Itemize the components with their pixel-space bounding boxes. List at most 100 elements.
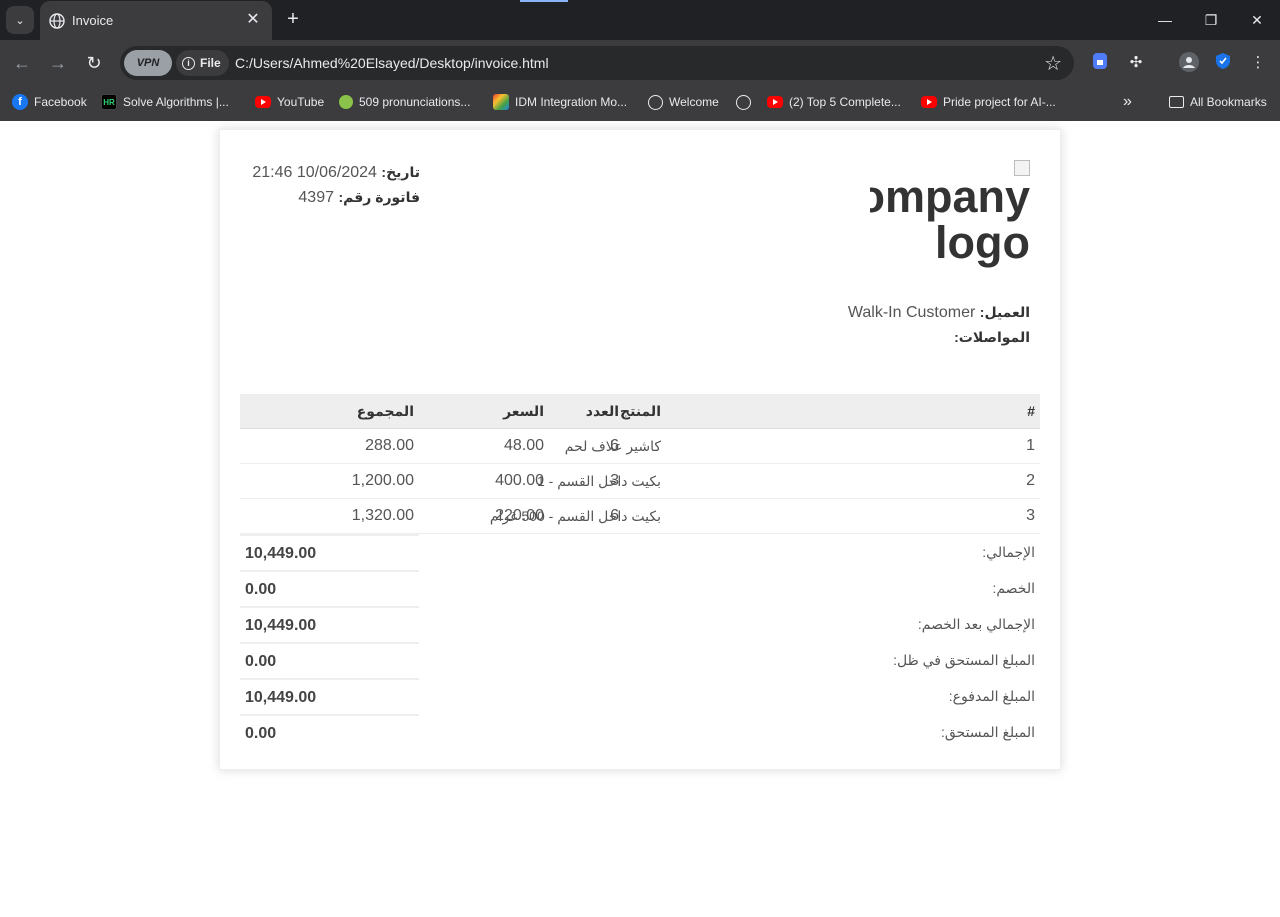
bookmark-label: Pride project for AI-... xyxy=(943,95,1056,109)
bookmark-facebook[interactable]: f Facebook xyxy=(12,93,87,111)
bookmark-label: (2) Top 5 Complete... xyxy=(789,95,901,109)
header-num: # xyxy=(1027,403,1035,419)
total-after-discount-value: 10,449.00 xyxy=(240,606,419,642)
row-total: 1,200.00 xyxy=(351,472,414,489)
transport-line: المواصلات: xyxy=(848,325,1030,350)
number-value: 4397 xyxy=(298,189,334,206)
due-under-row: المبلغ المستحق في ظل: 0.00 xyxy=(240,642,1040,678)
info-icon: i xyxy=(182,56,195,70)
globe-icon xyxy=(648,94,663,110)
idm-icon xyxy=(493,94,509,110)
items-table: # المنتج العدد السعر المجموع 1 كاشير علا… xyxy=(240,394,1040,534)
password-lock-icon[interactable] xyxy=(1089,52,1111,74)
number-label: فاتورة رقم: xyxy=(338,189,420,205)
header-qty: العدد xyxy=(585,403,619,419)
tab-title: Invoice xyxy=(72,13,114,28)
bookmark-label: YouTube xyxy=(277,95,325,109)
forvo-icon xyxy=(339,95,353,109)
shield-extension-icon[interactable] xyxy=(1212,52,1234,74)
row-num: 1 xyxy=(1026,437,1035,454)
site-info-chip[interactable]: i File xyxy=(176,50,229,76)
due-under-label: المبلغ المستحق في ظل: xyxy=(893,652,1035,668)
amount-due-label: المبلغ المستحق: xyxy=(940,724,1035,740)
company-logo: Company logo xyxy=(870,160,1030,268)
forward-icon[interactable]: → xyxy=(44,49,72,77)
close-window-icon[interactable]: ✕ xyxy=(1243,6,1271,34)
vpn-button[interactable]: VPN xyxy=(124,50,172,76)
window-accent-mark xyxy=(520,0,568,2)
reload-icon[interactable]: ↻ xyxy=(80,49,108,77)
date-value: 10/06/2024 21:46 xyxy=(252,164,377,181)
browser-toolbar: ← → ↻ VPN i File C:/Users/Ahmed%20Elsaye… xyxy=(0,40,1280,85)
page-viewport: تاريخ: 10/06/2024 21:46 فاتورة رقم: 4397… xyxy=(0,121,1280,917)
bookmark-label: Welcome xyxy=(669,95,719,109)
bookmark-welcome[interactable]: Welcome xyxy=(648,93,719,111)
hackerrank-icon: HR xyxy=(101,94,117,110)
row-total: 1,320.00 xyxy=(351,507,414,524)
file-chip-label: File xyxy=(200,56,221,70)
back-icon[interactable]: ← xyxy=(8,49,36,77)
table-row: 2 بكيت داخل القسم - 1 3 400.00 1,200.00 xyxy=(240,464,1040,499)
minimize-icon[interactable]: — xyxy=(1151,6,1179,34)
bookmark-globe[interactable] xyxy=(736,93,751,111)
globe-icon xyxy=(736,94,751,110)
address-bar[interactable]: VPN i File C:/Users/Ahmed%20Elsayed/Desk… xyxy=(120,46,1074,80)
row-qty: 3 xyxy=(610,472,619,489)
customer-info: العميل: Walk-In Customer المواصلات: xyxy=(848,300,1030,350)
invoice-number: فاتورة رقم: 4397 xyxy=(250,185,420,210)
table-row: 3 بكيت داخل القسم - 500 غرام 6 220.00 1,… xyxy=(240,499,1040,534)
row-qty: 6 xyxy=(610,437,619,454)
amount-due-row: المبلغ المستحق: 0.00 xyxy=(240,714,1040,750)
browser-titlebar: ⌄ Invoice ✕ + — ❐ ✕ xyxy=(0,0,1280,41)
extensions-puzzle-icon[interactable]: ✣ xyxy=(1125,52,1147,74)
amount-due-value: 0.00 xyxy=(240,714,419,750)
header-total: المجموع xyxy=(356,403,414,419)
more-bookmarks-chevron-icon[interactable]: » xyxy=(1123,93,1132,111)
profile-icon[interactable] xyxy=(1178,52,1200,74)
globe-icon xyxy=(49,13,65,29)
bookmark-label: Solve Algorithms |... xyxy=(123,95,229,109)
row-num: 3 xyxy=(1026,507,1035,524)
due-under-value: 0.00 xyxy=(240,642,419,678)
close-tab-icon[interactable]: ✕ xyxy=(244,11,262,29)
row-num: 2 xyxy=(1026,472,1035,489)
bookmark-pride-project[interactable]: Pride project for AI-... xyxy=(921,93,1056,111)
total-after-discount-row: الإجمالي بعد الخصم: 10,449.00 xyxy=(240,606,1040,642)
youtube-icon xyxy=(767,96,783,108)
tab-search-chevron-icon[interactable]: ⌄ xyxy=(6,6,34,34)
customer-value: Walk-In Customer xyxy=(847,304,976,321)
table-row: 1 كاشير علاف لحم 6 48.00 288.00 xyxy=(240,429,1040,464)
paid-value: 10,449.00 xyxy=(240,678,419,714)
customer-label: العميل: xyxy=(979,304,1030,320)
bookmark-idm[interactable]: IDM Integration Mo... xyxy=(493,93,627,111)
bookmark-youtube[interactable]: YouTube xyxy=(255,93,324,111)
restore-icon[interactable]: ❐ xyxy=(1197,6,1225,34)
totals-table: الإجمالي: 10,449.00 الخصم: 0.00 الإجمالي… xyxy=(240,534,1040,750)
menu-kebab-icon[interactable]: ⋮ xyxy=(1247,52,1269,74)
invoice-meta: تاريخ: 10/06/2024 21:46 فاتورة رقم: 4397 xyxy=(250,160,420,210)
new-tab-button[interactable]: + xyxy=(282,8,304,30)
tab-invoice[interactable]: Invoice ✕ xyxy=(40,1,272,41)
facebook-icon: f xyxy=(12,94,28,110)
row-total: 288.00 xyxy=(365,437,414,454)
invoice-box: تاريخ: 10/06/2024 21:46 فاتورة رقم: 4397… xyxy=(219,129,1061,770)
bookmark-pronunciations[interactable]: 509 pronunciations... xyxy=(339,93,470,111)
total-label: الإجمالي: xyxy=(982,544,1035,560)
transport-label: المواصلات: xyxy=(954,329,1030,345)
row-qty: 6 xyxy=(610,507,619,524)
row-price: 220.00 xyxy=(495,507,544,524)
paid-label: المبلغ المدفوع: xyxy=(948,688,1035,704)
row-price: 48.00 xyxy=(503,437,544,454)
date-label: تاريخ: xyxy=(381,164,420,180)
bookmark-star-icon[interactable]: ☆ xyxy=(1044,51,1062,76)
all-bookmarks-label: All Bookmarks xyxy=(1190,95,1267,109)
customer-line: العميل: Walk-In Customer xyxy=(848,300,1030,325)
youtube-icon xyxy=(921,96,937,108)
url-text[interactable]: C:/Users/Ahmed%20Elsayed/Desktop/invoice… xyxy=(235,55,549,71)
bookmark-solve-algorithms[interactable]: HR Solve Algorithms |... xyxy=(101,93,229,111)
total-after-discount-label: الإجمالي بعد الخصم: xyxy=(917,616,1035,632)
all-bookmarks-button[interactable]: All Bookmarks xyxy=(1169,93,1267,111)
bookmark-top5[interactable]: (2) Top 5 Complete... xyxy=(767,93,901,111)
discount-value: 0.00 xyxy=(240,570,419,606)
bookmark-label: IDM Integration Mo... xyxy=(515,95,628,109)
